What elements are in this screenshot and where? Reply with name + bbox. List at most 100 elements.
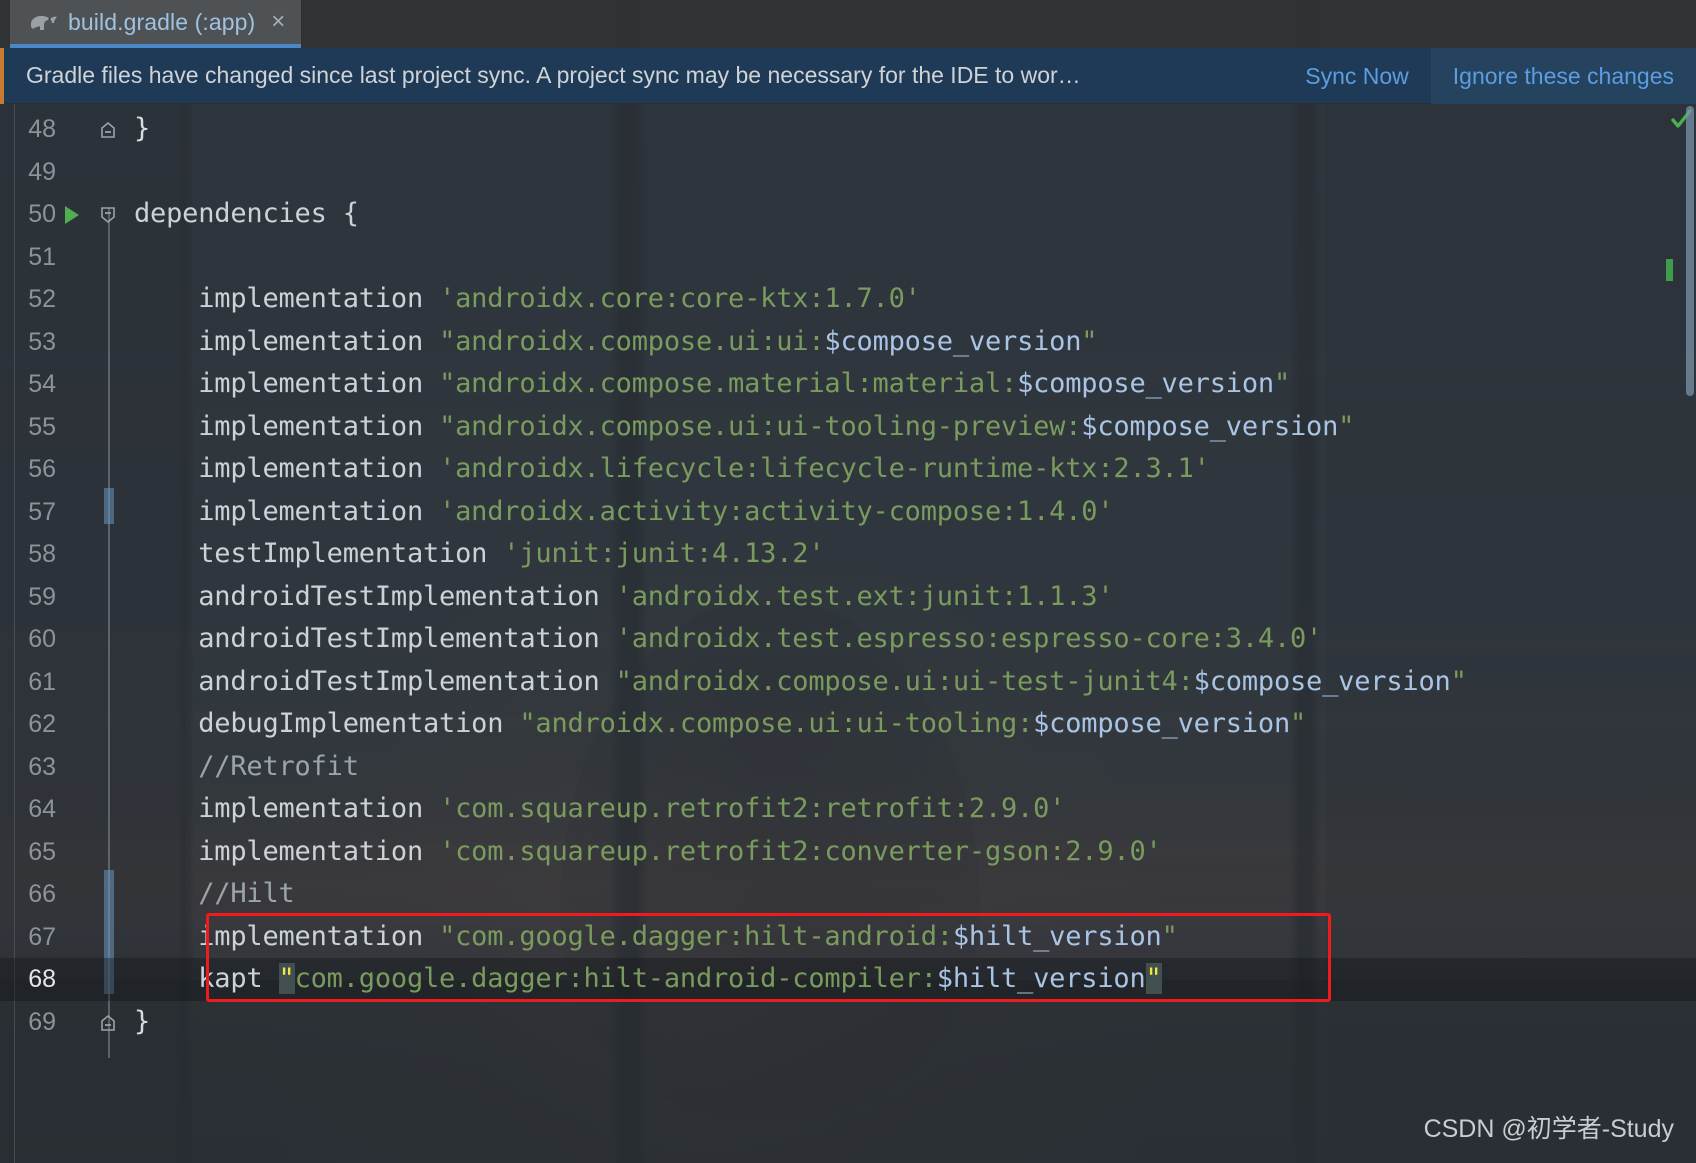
- line-number-52: 52: [28, 285, 56, 313]
- token-kw-67-0: implementation: [134, 920, 440, 952]
- token-kw-58-0: testImplementation: [134, 538, 504, 569]
- csdn-watermark: CSDN @初学者-Study: [1423, 1115, 1674, 1143]
- ignore-these-changes-link[interactable]: Ignore these changes: [1430, 48, 1696, 104]
- code-line-55[interactable]: 55 implementation "androidx.compose.ui:u…: [0, 406, 1696, 449]
- notification-actions: Sync Now Ignore these changes: [1283, 48, 1696, 104]
- code-text-63: //Retrofit: [134, 750, 359, 784]
- fold-end-icon[interactable]: [98, 1013, 118, 1033]
- code-line-54[interactable]: 54 implementation "androidx.compose.mate…: [0, 363, 1696, 406]
- token-var-67-2: $hilt_version: [952, 920, 1162, 952]
- line-number-67: 67: [28, 922, 56, 951]
- token-kw-61-0: androidTestImplementation: [134, 665, 616, 697]
- token-kw-54-0: implementation: [134, 368, 440, 399]
- line-number-53: 53: [28, 327, 56, 356]
- token-kw-59-0: androidTestImplementation: [134, 580, 616, 612]
- code-line-63[interactable]: 63 //Retrofit: [0, 746, 1696, 789]
- code-line-57[interactable]: 57 implementation 'androidx.activity:act…: [0, 491, 1696, 534]
- code-line-61[interactable]: 61 androidTestImplementation "androidx.c…: [0, 661, 1696, 704]
- code-text-62: debugImplementation "androidx.compose.ui…: [134, 707, 1306, 741]
- code-text-61: androidTestImplementation "androidx.comp…: [134, 665, 1467, 699]
- token-str-60-1: 'androidx.test.espresso:espresso-core:3.…: [615, 623, 1323, 654]
- token-brc-48-0: }: [134, 113, 151, 144]
- token-kw-60-0: androidTestImplementation: [134, 623, 616, 654]
- code-line-53[interactable]: 53 implementation "androidx.compose.ui:u…: [0, 321, 1696, 364]
- editor-marker-strip[interactable]: [1666, 104, 1696, 1163]
- line-number-69: 69: [28, 1007, 56, 1036]
- editor-code-lines[interactable]: 48} 49 50 dependencies { 51 52 implementation…: [0, 104, 1696, 1163]
- token-str-54-1: "androidx.compose.material:material:: [439, 368, 1018, 399]
- token-kw-57-0: implementation: [134, 495, 440, 527]
- code-line-48[interactable]: 48}: [0, 108, 1696, 151]
- code-line-69[interactable]: 69}: [0, 1001, 1696, 1044]
- code-line-59[interactable]: 59 androidTestImplementation 'androidx.t…: [0, 576, 1696, 619]
- code-editor[interactable]: 48} 49 50 dependencies { 51 52 implementation…: [0, 104, 1696, 1163]
- code-text-55: implementation "androidx.compose.ui:ui-t…: [134, 410, 1354, 444]
- token-kw-50-0: dependencies {: [134, 198, 359, 229]
- token-kw-53-0: implementation: [134, 325, 440, 357]
- line-number-60: 60: [28, 625, 56, 653]
- line-number-50: 50: [28, 200, 56, 228]
- marker-strip-green-mark[interactable]: [1666, 259, 1673, 281]
- token-str-57-1: 'androidx.activity:activity-compose:1.4.…: [439, 495, 1114, 527]
- token-str-68-2: com.google.dagger:hilt-android-compiler:: [294, 963, 937, 994]
- line-number-57: 57: [28, 497, 56, 526]
- fold-expanded-icon[interactable]: [98, 205, 118, 225]
- close-icon[interactable]: ×: [265, 10, 285, 34]
- code-text-50: dependencies {: [134, 197, 359, 231]
- code-line-66[interactable]: 66 //Hilt: [0, 873, 1696, 916]
- token-kw-62-0: debugImplementation: [134, 708, 520, 739]
- notification-accent-strip: [0, 48, 4, 104]
- code-line-62[interactable]: 62 debugImplementation "androidx.compose…: [0, 703, 1696, 746]
- code-line-68[interactable]: 68 kapt "com.google.dagger:hilt-android-…: [0, 958, 1696, 1001]
- code-text-52: implementation 'androidx.core:core-ktx:1…: [134, 282, 921, 316]
- line-number-58: 58: [28, 540, 56, 568]
- tab-build-gradle[interactable]: build.gradle (:app) ×: [10, 0, 302, 48]
- code-text-53: implementation "androidx.compose.ui:ui:$…: [134, 325, 1097, 359]
- line-number-66: 66: [28, 880, 56, 908]
- token-str-53-3: ": [1081, 325, 1098, 357]
- token-str-58-1: 'junit:junit:4.13.2': [503, 538, 825, 569]
- token-str-67-1: "com.google.dagger:hilt-android:: [439, 920, 953, 952]
- code-line-50[interactable]: 50 dependencies {: [0, 193, 1696, 236]
- code-line-52[interactable]: 52 implementation 'androidx.core:core-kt…: [0, 278, 1696, 321]
- line-number-64: 64: [28, 795, 56, 823]
- line-number-55: 55: [28, 412, 56, 441]
- line-number-49: 49: [28, 157, 56, 186]
- code-text-69: }: [134, 1005, 150, 1039]
- code-text-60: androidTestImplementation 'androidx.test…: [134, 622, 1322, 656]
- code-line-51[interactable]: 51: [0, 236, 1696, 279]
- fold-end-icon[interactable]: [98, 120, 118, 140]
- token-str-56-1: 'androidx.lifecycle:lifecycle-runtime-kt…: [439, 453, 1210, 484]
- line-number-51: 51: [28, 242, 56, 271]
- token-str-61-1: "androidx.compose.ui:ui-test-junit4:: [615, 665, 1194, 697]
- line-number-48: 48: [28, 115, 56, 143]
- editor-vertical-scrollbar-thumb[interactable]: [1686, 106, 1694, 396]
- token-str-55-1: "androidx.compose.ui:ui-tooling-preview:: [439, 410, 1082, 442]
- token-str-54-3: ": [1273, 368, 1291, 399]
- token-str-52-1: 'androidx.core:core-ktx:1.7.0': [439, 283, 921, 314]
- token-var-54-2: $compose_version: [1017, 368, 1274, 399]
- code-text-66: //Hilt: [134, 877, 295, 911]
- code-text-59: androidTestImplementation 'androidx.test…: [134, 580, 1113, 614]
- token-cmt-63-0: //Retrofit: [134, 750, 359, 782]
- code-line-56[interactable]: 56 implementation 'androidx.lifecycle:li…: [0, 448, 1696, 491]
- code-line-60[interactable]: 60 androidTestImplementation 'androidx.t…: [0, 618, 1696, 661]
- token-str-62-3: ": [1290, 708, 1307, 739]
- line-number-68: 68: [28, 965, 56, 993]
- code-text-67: implementation "com.google.dagger:hilt-a…: [134, 920, 1178, 954]
- code-text-65: implementation 'com.squareup.retrofit2:c…: [134, 835, 1162, 869]
- code-line-65[interactable]: 65 implementation 'com.squareup.retrofit…: [0, 831, 1696, 874]
- code-line-58[interactable]: 58 testImplementation 'junit:junit:4.13.…: [0, 533, 1696, 576]
- sync-now-link[interactable]: Sync Now: [1283, 48, 1431, 104]
- code-line-64[interactable]: 64 implementation 'com.squareup.retrofit…: [0, 788, 1696, 831]
- code-text-48: }: [134, 112, 150, 146]
- code-text-64: implementation 'com.squareup.retrofit2:r…: [134, 792, 1065, 826]
- line-number-63: 63: [28, 752, 56, 781]
- token-kw-68-0: kapt: [134, 963, 279, 994]
- token-str-59-1: 'androidx.test.ext:junit:1.1.3': [615, 580, 1114, 612]
- editor-tab-bar: build.gradle (:app) ×: [0, 0, 1696, 48]
- token-str-67-3: ": [1161, 920, 1178, 952]
- code-text-56: implementation 'androidx.lifecycle:lifec…: [134, 452, 1210, 486]
- code-line-67[interactable]: 67 implementation "com.google.dagger:hil…: [0, 916, 1696, 959]
- code-line-49[interactable]: 49: [0, 151, 1696, 194]
